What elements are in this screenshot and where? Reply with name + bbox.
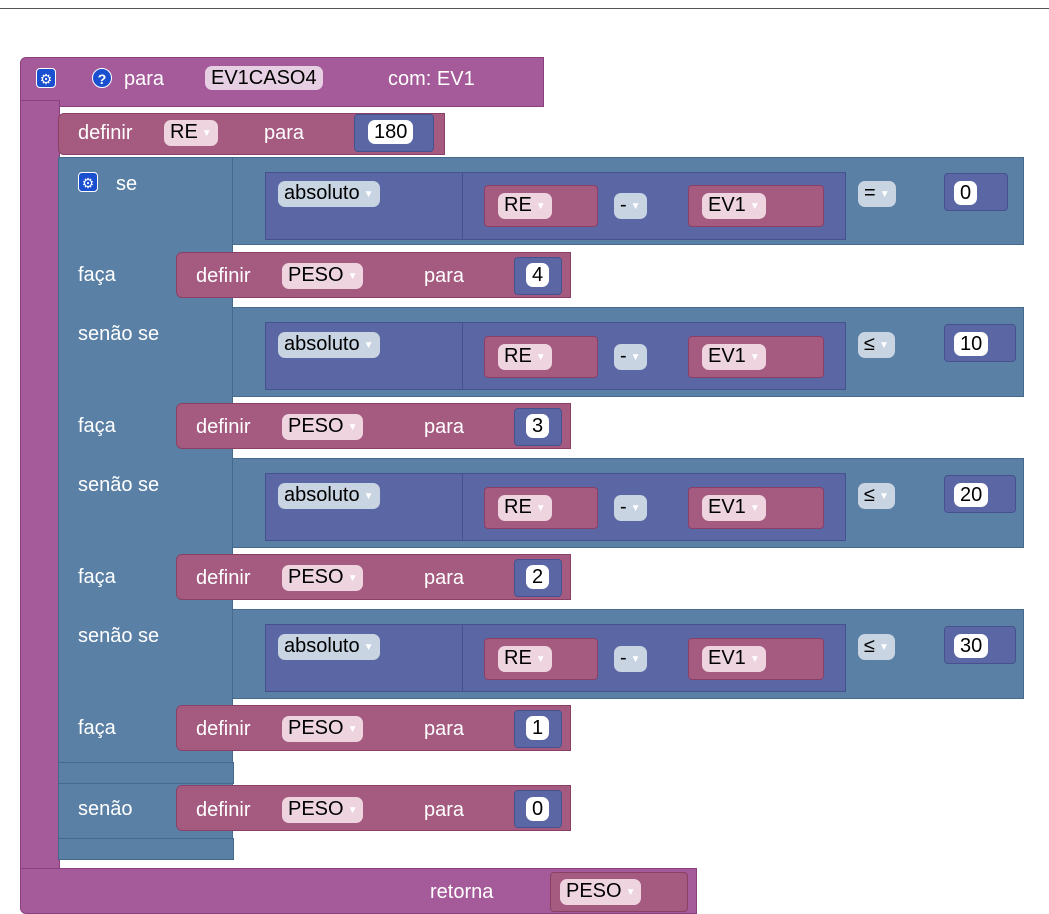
abs-dropdown[interactable]: absoluto ▼ <box>278 634 380 660</box>
number-field[interactable]: 4 <box>526 263 550 287</box>
right-var-dropdown[interactable]: EV1 ▼ <box>702 344 766 370</box>
gear-icon[interactable]: ⚙ <box>36 68 56 88</box>
op-dropdown[interactable]: - ▼ <box>614 193 647 219</box>
right-var-dropdown[interactable]: EV1 ▼ <box>702 646 766 672</box>
elseif-label: senão se <box>78 474 160 496</box>
op-dropdown[interactable]: - ▼ <box>614 495 647 521</box>
set-connector: para <box>264 122 305 144</box>
set-connector: para <box>424 567 465 589</box>
dropdown-arrow-icon: ▼ <box>363 642 374 653</box>
dropdown-arrow-icon: ▼ <box>201 128 212 139</box>
number-field[interactable]: 2 <box>526 565 550 589</box>
procedure-body-spine <box>20 100 60 870</box>
left-var-dropdown[interactable]: RE ▼ <box>498 193 552 219</box>
set-keyword: definir <box>196 567 251 589</box>
compare-op-dropdown[interactable]: = ▼ <box>858 181 896 207</box>
dropdown-arrow-icon: ▼ <box>878 340 889 351</box>
dropdown-arrow-icon: ▼ <box>878 491 889 502</box>
dropdown-arrow-icon: ▼ <box>630 654 641 665</box>
dropdown-arrow-icon: ▼ <box>535 503 546 514</box>
do-label: faça <box>78 566 116 588</box>
set-var-dropdown[interactable]: PESO ▼ <box>282 565 364 591</box>
left-var-dropdown[interactable]: RE ▼ <box>498 495 552 521</box>
dropdown-arrow-icon: ▼ <box>630 352 641 363</box>
dropdown-arrow-icon: ▼ <box>879 189 890 200</box>
dropdown-arrow-icon: ▼ <box>749 654 760 665</box>
set-connector: para <box>424 416 465 438</box>
set-var-dropdown[interactable]: PESO ▼ <box>282 263 364 289</box>
number-field[interactable]: 0 <box>526 797 550 821</box>
set-keyword: definir <box>196 416 251 438</box>
number-field[interactable]: 20 <box>954 483 989 507</box>
dropdown-arrow-icon: ▼ <box>630 503 641 514</box>
dropdown-arrow-icon: ▼ <box>749 201 760 212</box>
dropdown-arrow-icon: ▼ <box>347 271 358 282</box>
left-var-dropdown[interactable]: RE ▼ <box>498 344 552 370</box>
number-field[interactable]: 3 <box>526 414 550 438</box>
right-var-dropdown[interactable]: EV1 ▼ <box>702 193 766 219</box>
return-label: retorna <box>430 881 494 903</box>
set-keyword: definir <box>78 122 133 144</box>
dropdown-arrow-icon: ▼ <box>535 352 546 363</box>
else-row <box>58 762 234 784</box>
compare-op-dropdown[interactable]: ≤ ▼ <box>858 332 895 358</box>
compare-op-dropdown[interactable]: ≤ ▼ <box>858 634 895 660</box>
right-var-dropdown[interactable]: EV1 ▼ <box>702 495 766 521</box>
op-dropdown[interactable]: - ▼ <box>614 344 647 370</box>
do-label: faça <box>78 717 116 739</box>
dropdown-arrow-icon: ▼ <box>630 201 641 212</box>
help-icon[interactable]: ? <box>92 68 112 88</box>
top-divider <box>0 8 1049 9</box>
number-field[interactable]: 1 <box>526 716 550 740</box>
dropdown-arrow-icon: ▼ <box>347 422 358 433</box>
op-dropdown[interactable]: - ▼ <box>614 646 647 672</box>
else-label: senão <box>78 798 133 820</box>
abs-dropdown[interactable]: absoluto ▼ <box>278 181 380 207</box>
left-var-dropdown[interactable]: RE ▼ <box>498 646 552 672</box>
dropdown-arrow-icon: ▼ <box>363 340 374 351</box>
set-var-dropdown[interactable]: PESO ▼ <box>282 414 364 440</box>
if-block-foot <box>58 838 234 860</box>
dropdown-arrow-icon: ▼ <box>347 724 358 735</box>
procedure-name-field[interactable]: EV1CASO4 <box>205 66 323 90</box>
abs-dropdown[interactable]: absoluto ▼ <box>278 332 380 358</box>
number-field[interactable]: 10 <box>954 332 989 356</box>
return-var-dropdown[interactable]: PESO ▼ <box>560 879 642 905</box>
set-var-dropdown[interactable]: PESO ▼ <box>282 716 364 742</box>
set-connector: para <box>424 718 465 740</box>
dropdown-arrow-icon: ▼ <box>347 805 358 816</box>
number-field[interactable]: 180 <box>368 120 414 144</box>
set-var-dropdown[interactable]: RE ▼ <box>164 120 218 146</box>
dropdown-arrow-icon: ▼ <box>363 491 374 502</box>
set-keyword: definir <box>196 265 251 287</box>
number-field[interactable]: 30 <box>954 634 989 658</box>
set-connector: para <box>424 265 465 287</box>
do-label: faça <box>78 264 116 286</box>
set-keyword: definir <box>196 718 251 740</box>
dropdown-arrow-icon: ▼ <box>347 573 358 584</box>
procedure-keyword: para <box>124 68 165 90</box>
set-keyword: definir <box>196 799 251 821</box>
dropdown-arrow-icon: ▼ <box>363 189 374 200</box>
dropdown-arrow-icon: ▼ <box>535 201 546 212</box>
if-label: se <box>116 173 138 195</box>
procedure-params: com: EV1 <box>388 68 475 90</box>
set-var-dropdown[interactable]: PESO ▼ <box>282 797 364 823</box>
compare-op-dropdown[interactable]: ≤ ▼ <box>858 483 895 509</box>
set-connector: para <box>424 799 465 821</box>
abs-dropdown[interactable]: absoluto ▼ <box>278 483 380 509</box>
do-label: faça <box>78 415 116 437</box>
dropdown-arrow-icon: ▼ <box>749 503 760 514</box>
dropdown-arrow-icon: ▼ <box>878 642 889 653</box>
dropdown-arrow-icon: ▼ <box>749 352 760 363</box>
number-field[interactable]: 0 <box>954 181 978 205</box>
if-gear-icon[interactable]: ⚙ <box>78 172 98 192</box>
elseif-label: senão se <box>78 323 160 345</box>
dropdown-arrow-icon: ▼ <box>535 654 546 665</box>
elseif-label: senão se <box>78 625 160 647</box>
dropdown-arrow-icon: ▼ <box>625 887 636 898</box>
